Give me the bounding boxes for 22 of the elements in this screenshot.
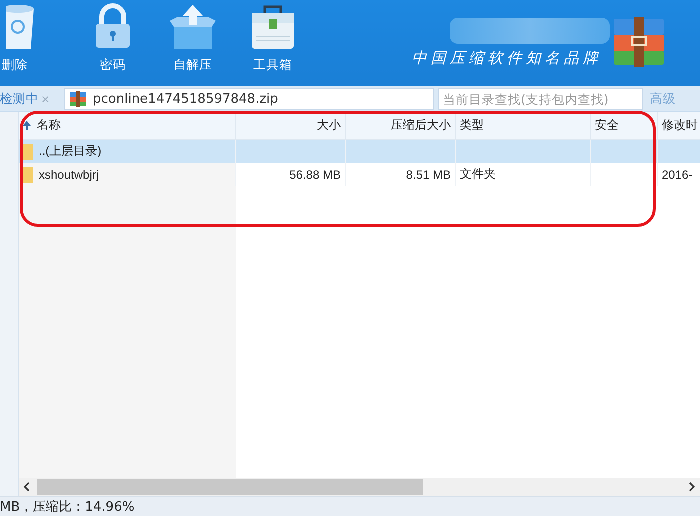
table-cell: 文件夹 [460, 166, 496, 183]
column-header[interactable]: 压缩后大小 [346, 112, 456, 139]
table-row[interactable]: ..(上层目录) [19, 140, 700, 163]
column-header[interactable]: 类型 [456, 112, 591, 139]
column-header[interactable]: 名称 [19, 112, 236, 139]
path-field[interactable]: pconline1474518597848.zip [64, 88, 434, 110]
column-header[interactable]: 大小 [236, 112, 346, 139]
table-cell: xshoutwbjrj [39, 168, 100, 182]
table-cell: ..(上层目录) [39, 143, 102, 160]
search-field[interactable]: 当前目录查找(支持包内查找) [438, 88, 643, 110]
table-row[interactable]: xshoutwbjrj 56.88 MB 8.51 MB 文件夹 2016- [19, 163, 700, 186]
toolbar-button[interactable]: 自解压 [153, 0, 233, 86]
status-text: MB，压缩比：14.96% [0, 498, 135, 516]
table-cell: 2016- [662, 168, 693, 182]
column-header[interactable]: 安全 [591, 112, 658, 139]
toolbar-button[interactable]: 密码 [73, 0, 153, 86]
column-header[interactable]: 修改时 [658, 112, 700, 139]
table-cell: 8.51 MB [406, 168, 451, 182]
toolbar-button[interactable]: 删除 [0, 0, 30, 86]
toolbar-button[interactable]: 工具箱 [233, 0, 313, 86]
slogan-text: 中国压缩软件知名品牌 [412, 49, 602, 68]
table-cell: 56.88 MB [290, 168, 341, 182]
